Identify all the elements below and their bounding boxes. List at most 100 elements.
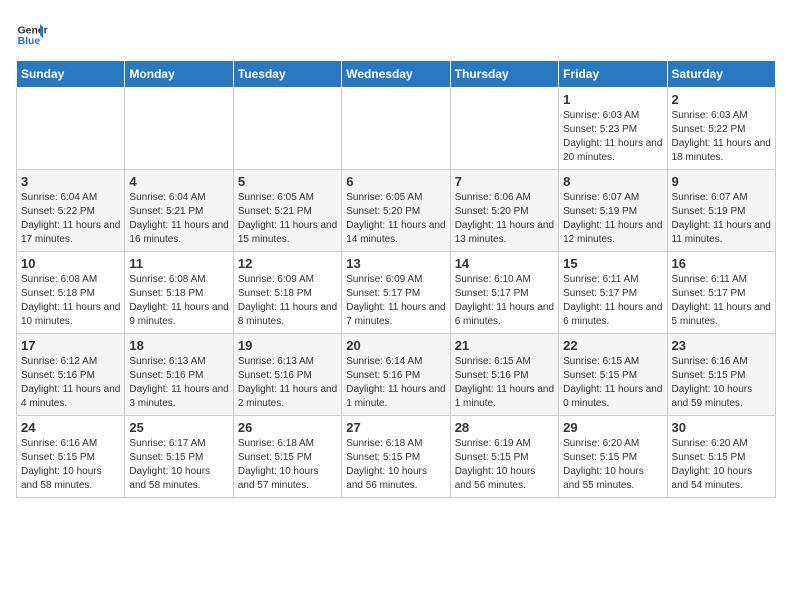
day-number: 5 — [238, 174, 337, 189]
day-number: 18 — [129, 338, 228, 353]
calendar-cell — [450, 88, 558, 170]
svg-text:Blue: Blue — [18, 36, 41, 47]
calendar-body: 1Sunrise: 6:03 AM Sunset: 5:23 PM Daylig… — [17, 88, 776, 498]
logo: General Blue — [16, 16, 48, 48]
calendar-cell: 13 Sunrise: 6:09 AM Sunset: 5:17 PM Dayli… — [342, 252, 450, 334]
day-number: 25 — [129, 420, 228, 435]
day-info: Sunrise: 6:05 AM Sunset: 5:21 PM Dayligh… — [238, 191, 337, 247]
calendar-cell: 25 Sunrise: 6:17 AM Sunset: 5:15 PM Dayli… — [125, 416, 233, 498]
day-number: 3 — [21, 174, 120, 189]
day-info: Sunrise: 6:04 AM Sunset: 5:21 PM Dayligh… — [129, 191, 228, 247]
calendar-cell: 27 Sunrise: 6:18 AM Sunset: 5:15 PM Dayli… — [342, 416, 450, 498]
calendar-cell: 9 Sunrise: 6:07 AM Sunset: 5:19 PM Daylig… — [667, 170, 775, 252]
calendar-cell: 28Sunrise: 6:19 AM Sunset: 5:15 PM Dayli… — [450, 416, 558, 498]
day-header-monday: Monday — [125, 61, 233, 88]
day-number: 23 — [672, 338, 771, 353]
day-number: 13 — [346, 256, 445, 271]
day-info: Sunrise: 6:03 AM Sunset: 5:22 PM Dayligh… — [672, 109, 771, 165]
calendar-header-row: SundayMondayTuesdayWednesdayThursdayFrid… — [17, 61, 776, 88]
day-info: Sunrise: 6:06 AM Sunset: 5:20 PM Dayligh… — [455, 191, 554, 247]
calendar-week-3: 10 Sunrise: 6:08 AM Sunset: 5:18 PM Dayli… — [17, 252, 776, 334]
day-number: 29 — [563, 420, 662, 435]
day-info: Sunrise: 6:17 AM Sunset: 5:15 PM Dayligh… — [129, 437, 228, 493]
calendar-cell: 6 Sunrise: 6:05 AM Sunset: 5:20 PM Daylig… — [342, 170, 450, 252]
calendar-cell: 22 Sunrise: 6:15 AM Sunset: 5:15 PM Dayli… — [559, 334, 667, 416]
calendar-cell: 10 Sunrise: 6:08 AM Sunset: 5:18 PM Dayli… — [17, 252, 125, 334]
calendar-cell: 8 Sunrise: 6:07 AM Sunset: 5:19 PM Daylig… — [559, 170, 667, 252]
day-number: 28 — [455, 420, 554, 435]
calendar-week-4: 17 Sunrise: 6:12 AM Sunset: 5:16 PM Dayli… — [17, 334, 776, 416]
calendar-cell: 23 Sunrise: 6:16 AM Sunset: 5:15 PM Dayli… — [667, 334, 775, 416]
calendar-cell: 24 Sunrise: 6:16 AM Sunset: 5:15 PM Dayli… — [17, 416, 125, 498]
day-number: 9 — [672, 174, 771, 189]
day-info: Sunrise: 6:12 AM Sunset: 5:16 PM Dayligh… — [21, 355, 120, 411]
calendar-cell — [342, 88, 450, 170]
day-number: 24 — [21, 420, 120, 435]
day-number: 27 — [346, 420, 445, 435]
calendar-cell: 16 Sunrise: 6:11 AM Sunset: 5:17 PM Dayli… — [667, 252, 775, 334]
day-info: Sunrise: 6:07 AM Sunset: 5:19 PM Dayligh… — [672, 191, 771, 247]
day-number: 10 — [21, 256, 120, 271]
day-info: Sunrise: 6:09 AM Sunset: 5:18 PM Dayligh… — [238, 273, 337, 329]
day-number: 26 — [238, 420, 337, 435]
calendar-cell — [17, 88, 125, 170]
day-info: Sunrise: 6:08 AM Sunset: 5:18 PM Dayligh… — [21, 273, 120, 329]
calendar-cell: 18 Sunrise: 6:13 AM Sunset: 5:16 PM Dayli… — [125, 334, 233, 416]
day-number: 15 — [563, 256, 662, 271]
calendar-cell: 29 Sunrise: 6:20 AM Sunset: 5:15 PM Dayli… — [559, 416, 667, 498]
day-number: 7 — [455, 174, 554, 189]
calendar-cell: 4 Sunrise: 6:04 AM Sunset: 5:21 PM Daylig… — [125, 170, 233, 252]
day-number: 21 — [455, 338, 554, 353]
day-number: 22 — [563, 338, 662, 353]
day-number: 19 — [238, 338, 337, 353]
calendar-week-2: 3Sunrise: 6:04 AM Sunset: 5:22 PM Daylig… — [17, 170, 776, 252]
day-number: 8 — [563, 174, 662, 189]
day-number: 30 — [672, 420, 771, 435]
calendar-cell: 26Sunrise: 6:18 AM Sunset: 5:15 PM Dayli… — [233, 416, 341, 498]
day-info: Sunrise: 6:03 AM Sunset: 5:23 PM Dayligh… — [563, 109, 662, 165]
calendar-cell: 2 Sunrise: 6:03 AM Sunset: 5:22 PM Daylig… — [667, 88, 775, 170]
day-header-saturday: Saturday — [667, 61, 775, 88]
calendar-cell: 30 Sunrise: 6:20 AM Sunset: 5:15 PM Dayli… — [667, 416, 775, 498]
day-info: Sunrise: 6:16 AM Sunset: 5:15 PM Dayligh… — [672, 355, 771, 411]
day-info: Sunrise: 6:13 AM Sunset: 5:16 PM Dayligh… — [238, 355, 337, 411]
day-number: 12 — [238, 256, 337, 271]
day-number: 20 — [346, 338, 445, 353]
day-info: Sunrise: 6:15 AM Sunset: 5:16 PM Dayligh… — [455, 355, 554, 411]
day-number: 16 — [672, 256, 771, 271]
day-info: Sunrise: 6:14 AM Sunset: 5:16 PM Dayligh… — [346, 355, 445, 411]
day-header-friday: Friday — [559, 61, 667, 88]
calendar-cell: 1Sunrise: 6:03 AM Sunset: 5:23 PM Daylig… — [559, 88, 667, 170]
day-number: 2 — [672, 92, 771, 107]
calendar-cell: 17 Sunrise: 6:12 AM Sunset: 5:16 PM Dayli… — [17, 334, 125, 416]
calendar-week-1: 1Sunrise: 6:03 AM Sunset: 5:23 PM Daylig… — [17, 88, 776, 170]
day-number: 6 — [346, 174, 445, 189]
day-number: 4 — [129, 174, 228, 189]
page-header: General Blue — [16, 16, 776, 48]
calendar-cell: 11 Sunrise: 6:08 AM Sunset: 5:18 PM Dayli… — [125, 252, 233, 334]
day-number: 14 — [455, 256, 554, 271]
day-info: Sunrise: 6:08 AM Sunset: 5:18 PM Dayligh… — [129, 273, 228, 329]
day-info: Sunrise: 6:05 AM Sunset: 5:20 PM Dayligh… — [346, 191, 445, 247]
calendar-cell: 19 Sunrise: 6:13 AM Sunset: 5:16 PM Dayli… — [233, 334, 341, 416]
day-info: Sunrise: 6:13 AM Sunset: 5:16 PM Dayligh… — [129, 355, 228, 411]
calendar-cell: 21 Sunrise: 6:15 AM Sunset: 5:16 PM Dayli… — [450, 334, 558, 416]
calendar-cell — [125, 88, 233, 170]
day-info: Sunrise: 6:10 AM Sunset: 5:17 PM Dayligh… — [455, 273, 554, 329]
day-info: Sunrise: 6:20 AM Sunset: 5:15 PM Dayligh… — [672, 437, 771, 493]
day-header-sunday: Sunday — [17, 61, 125, 88]
day-info: Sunrise: 6:15 AM Sunset: 5:15 PM Dayligh… — [563, 355, 662, 411]
day-info: Sunrise: 6:16 AM Sunset: 5:15 PM Dayligh… — [21, 437, 120, 493]
calendar-cell: 15Sunrise: 6:11 AM Sunset: 5:17 PM Dayli… — [559, 252, 667, 334]
day-number: 17 — [21, 338, 120, 353]
day-header-tuesday: Tuesday — [233, 61, 341, 88]
logo-icon: General Blue — [16, 16, 48, 48]
calendar-cell: 7 Sunrise: 6:06 AM Sunset: 5:20 PM Daylig… — [450, 170, 558, 252]
day-number: 11 — [129, 256, 228, 271]
day-info: Sunrise: 6:18 AM Sunset: 5:15 PM Dayligh… — [346, 437, 445, 493]
day-info: Sunrise: 6:11 AM Sunset: 5:17 PM Dayligh… — [672, 273, 771, 329]
day-info: Sunrise: 6:20 AM Sunset: 5:15 PM Dayligh… — [563, 437, 662, 493]
day-info: Sunrise: 6:07 AM Sunset: 5:19 PM Dayligh… — [563, 191, 662, 247]
day-info: Sunrise: 6:09 AM Sunset: 5:17 PM Dayligh… — [346, 273, 445, 329]
calendar-cell: 12 Sunrise: 6:09 AM Sunset: 5:18 PM Dayli… — [233, 252, 341, 334]
